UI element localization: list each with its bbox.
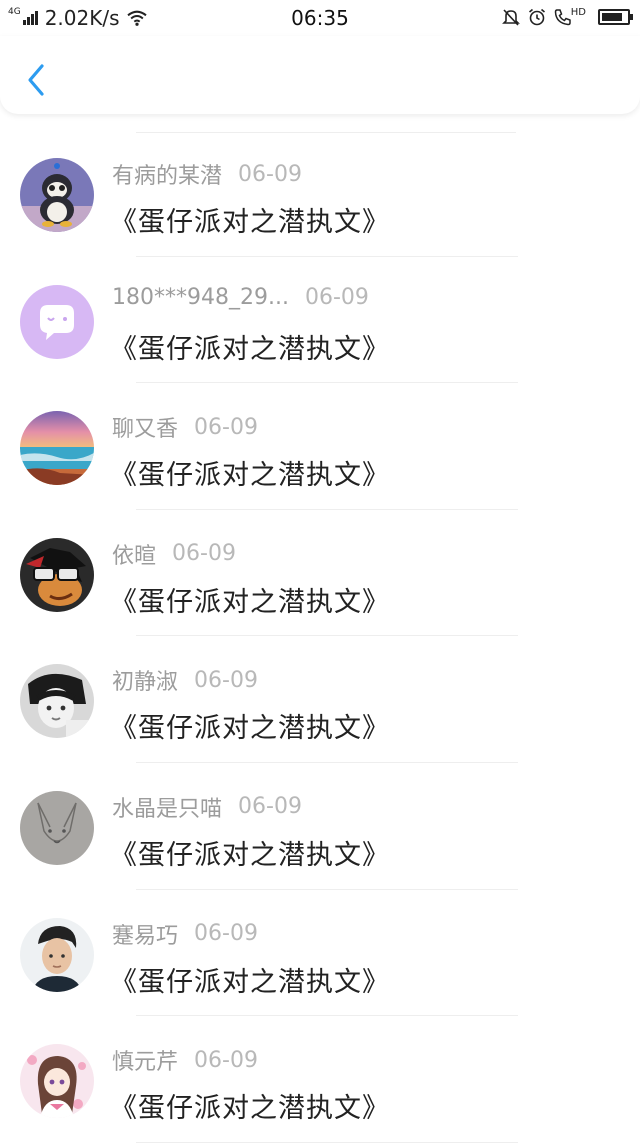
user-name[interactable]: 初静淑	[112, 664, 178, 696]
message-date: 06-09	[304, 284, 369, 310]
message-date: 06-09	[238, 161, 302, 187]
name-row: 蹇易巧 06-09	[112, 918, 258, 950]
avatar[interactable]	[20, 537, 94, 612]
message-text: 《蛋仔派对之潜执文》	[110, 333, 390, 365]
message-date: 06-09	[194, 414, 258, 440]
list-item[interactable]: 慎元芹 06-09 《蛋仔派对之潜执文》	[0, 1016, 640, 1143]
name-row: 依暄 06-09	[112, 538, 236, 570]
name-row: 180***948_29... 06-09	[112, 285, 369, 310]
alarm-icon	[528, 8, 545, 26]
list-item[interactable]: 聊又香 06-09 《蛋仔派对之潜执文》	[0, 383, 640, 510]
hd-call-icon	[554, 9, 571, 26]
avatar[interactable]	[20, 790, 94, 865]
user-name[interactable]: 慎元芹	[112, 1044, 178, 1076]
user-name[interactable]: 蹇易巧	[112, 918, 178, 950]
name-row: 慎元芹 06-09	[112, 1044, 258, 1076]
message-text: 《蛋仔派对之潜执文》	[110, 460, 390, 492]
message-text: 《蛋仔派对之潜执文》	[110, 839, 390, 871]
message-text: 《蛋仔派对之潜执文》	[110, 713, 390, 745]
status-right: HD	[495, 6, 633, 28]
name-row: 水晶是只喵 06-09	[112, 791, 302, 823]
list-item[interactable]: 初静淑 06-09 《蛋仔派对之潜执文》	[0, 636, 640, 763]
nav-bar	[0, 36, 640, 114]
message-date: 06-09	[238, 794, 302, 820]
name-row: 聊又香 06-09	[112, 411, 258, 443]
message-text: 《蛋仔派对之潜执文》	[110, 586, 390, 618]
user-name[interactable]: 180***948_29...	[112, 285, 289, 310]
user-name[interactable]: 聊又香	[112, 411, 178, 443]
hd-label: HD	[570, 6, 586, 18]
list-item[interactable]: 水晶是只喵 06-09 《蛋仔派对之潜执文》	[0, 763, 640, 890]
avatar[interactable]	[20, 284, 94, 359]
avatar[interactable]	[20, 917, 94, 992]
mute-bell-icon	[501, 9, 520, 26]
user-name[interactable]: 有病的某潜	[112, 158, 222, 190]
list-item[interactable]: 有病的某潜 06-09 《蛋仔派对之潜执文》	[0, 130, 640, 257]
message-text: 《蛋仔派对之潜执文》	[110, 207, 390, 238]
avatar[interactable]	[20, 411, 94, 486]
name-row: 有病的某潜 06-09	[112, 158, 302, 190]
battery-icon	[598, 9, 633, 25]
battery-level	[602, 13, 622, 21]
message-list: 有病的某潜 06-09 《蛋仔派对之潜执文》 180***948_29... 06-09…	[0, 130, 640, 1143]
list-item[interactable]: 蹇易巧 06-09 《蛋仔派对之潜执文》	[0, 890, 640, 1017]
status-bar: 4G 2.02K/s 06:35 HD	[0, 0, 640, 36]
chevron-left-icon[interactable]	[20, 60, 52, 100]
message-text: 《蛋仔派对之潜执文》	[110, 1093, 390, 1125]
message-date: 06-09	[194, 1047, 258, 1073]
list-item[interactable]: 依暄 06-09 《蛋仔派对之潜执文》	[0, 510, 640, 637]
avatar[interactable]	[20, 158, 94, 232]
message-date: 06-09	[194, 921, 258, 947]
avatar[interactable]	[20, 1044, 94, 1119]
message-date: 06-09	[172, 541, 236, 567]
name-row: 初静淑 06-09	[112, 664, 258, 696]
message-text: 《蛋仔派对之潜执文》	[110, 966, 390, 998]
user-name[interactable]: 水晶是只喵	[112, 791, 222, 823]
message-date: 06-09	[194, 667, 258, 693]
user-name[interactable]: 依暄	[112, 538, 156, 570]
list-item[interactable]: 180***948_29... 06-09 《蛋仔派对之潜执文》	[0, 257, 640, 384]
avatar[interactable]	[20, 664, 94, 739]
